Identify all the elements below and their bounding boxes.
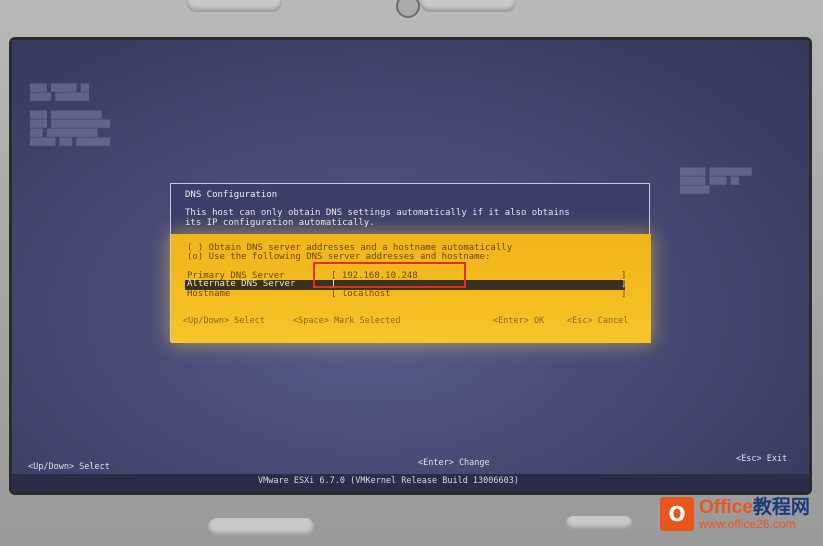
watermark: O Office教程网 www.office26.com — [660, 494, 818, 534]
hostname-field[interactable]: [ localhost — [331, 289, 391, 299]
hint-up-down-select: <Up/Down> Select — [183, 316, 265, 326]
field-bracket: ] — [621, 279, 627, 289]
bezel-bump — [208, 518, 314, 536]
background-status-text: ██████ ██████████ ██████ ████ ██ ███████ — [680, 168, 752, 194]
webcam-icon — [396, 0, 420, 18]
hostname-label: Hostname — [187, 289, 231, 299]
alternate-dns-label: Alternate DNS Server — [187, 279, 296, 289]
hint-space-mark-selected: <Space> Mark Selected — [293, 316, 401, 326]
product-version: VMware ESXi 6.7.0 (VMKernel Release Buil… — [258, 476, 519, 486]
cancel-button[interactable]: <Esc> Cancel — [567, 316, 628, 326]
dialog-message: This host can only obtain DNS settings a… — [185, 208, 570, 228]
laptop-bezel: ████ ██████ ██ █████ ████████ ████ █████… — [0, 0, 823, 546]
office-logo-icon: O — [660, 497, 694, 531]
footer-hint-exit: <Esc> Exit — [736, 454, 788, 464]
bezel-bump — [420, 0, 516, 12]
footer-hint-select: <Up/Down> Select — [28, 462, 110, 472]
highlight-annotation — [313, 262, 466, 288]
watermark-brand: Office — [699, 496, 753, 518]
watermark-url: www.office26.com — [699, 516, 796, 531]
field-bracket: ] — [621, 289, 627, 299]
watermark-brand-suffix: 教程网 — [752, 496, 810, 518]
ok-button[interactable]: <Enter> OK — [493, 316, 544, 326]
option-use-following[interactable]: (o) Use the following DNS server address… — [187, 252, 490, 262]
dns-options-panel: ( ) Obtain DNS server addresses and a ho… — [171, 234, 651, 343]
dialog-title: DNS Configuration — [185, 190, 278, 200]
bezel-bump — [186, 0, 282, 12]
bezel-bump — [566, 516, 632, 530]
product-bar: VMware ESXi 6.7.0 (VMKernel Release Buil… — [12, 474, 809, 492]
footer-hint-change: <Enter> Change — [418, 458, 490, 468]
background-menu-text: ████ ██████ ██ █████ ████████ ████ █████… — [30, 84, 111, 146]
